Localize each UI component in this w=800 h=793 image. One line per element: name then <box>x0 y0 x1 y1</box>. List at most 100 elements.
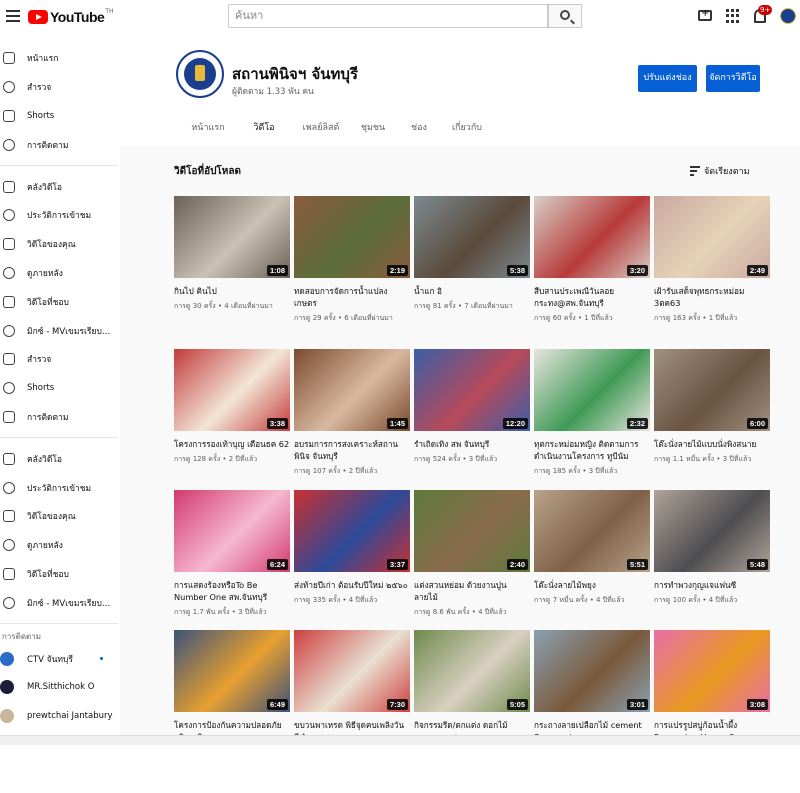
channel-avatar[interactable] <box>176 50 224 98</box>
video-thumbnail[interactable]: 1:45 <box>294 349 410 431</box>
sidebar-item[interactable]: การติดตาม <box>0 130 118 159</box>
video-card[interactable]: 3:01กระถางลายเปลือกไม้ cement flowerpotก… <box>534 630 652 745</box>
video-thumbnail[interactable]: 2:49 <box>654 196 770 278</box>
sort-by-button[interactable]: จัดเรียงตาม <box>690 164 750 178</box>
video-title[interactable]: การแสดงร้องหรือTo Be Number One สพ.จันทบ… <box>174 579 290 603</box>
video-title[interactable]: อบรมการการสงเคราะห์สถานพินิจ จันทบุรี <box>294 438 410 462</box>
video-title[interactable]: กิจกรรมรีด/ตกแต่ง ดอกไม้ <box>414 719 530 731</box>
video-card[interactable]: 6:24 การแสดงร้องหรือTo Be Number One สพ.จ… <box>174 490 292 618</box>
customize-channel-button[interactable]: ปรับแต่งช่อง <box>638 65 697 92</box>
sidebar-item[interactable]: ประวัติการเข้าชม <box>0 473 118 502</box>
sidebar-item[interactable]: คลังวิดีโอ <box>0 172 118 201</box>
subscription-item[interactable]: MR.Sitthichok O <box>0 673 118 702</box>
video-title[interactable]: สืบสานประเพณีวันลอยกระทง@สพ.จันทบุรี <box>534 285 650 309</box>
sidebar-item[interactable]: การติดตาม <box>0 403 118 432</box>
account-avatar[interactable] <box>780 8 796 24</box>
manage-videos-button[interactable]: จัดการวิดีโอ <box>706 65 760 92</box>
mix-icon <box>3 596 15 609</box>
video-thumbnail[interactable]: 6:00 <box>654 349 770 431</box>
youtube-logo[interactable]: YouTube TH <box>28 8 114 25</box>
video-card[interactable]: 3:20 สืบสานประเพณีวันลอยกระทง@สพ.จันทบุรี… <box>534 196 652 324</box>
sidebar-item[interactable]: ดูภายหลัง <box>0 531 118 560</box>
sidebar-item[interactable]: Shorts <box>0 102 118 131</box>
subscriptions-heading: การติดตาม <box>2 632 41 642</box>
tab-item[interactable]: ชุมชน <box>350 120 396 146</box>
video-thumbnail[interactable]: 5:51 <box>534 490 650 572</box>
sidebar-item[interactable]: ประวัติการเข้าชม <box>0 201 118 230</box>
video-card[interactable]: 2:40 แต่งสวนหย่อม ด้วยงานปูน ลายไม้ การดู … <box>414 490 532 618</box>
sidebar-item[interactable]: มิกซ์ - MVเขมรเรียบน้ำ... <box>0 588 118 617</box>
sidebar-item[interactable]: สำรวจ <box>0 345 118 374</box>
video-card[interactable]: 1:45 อบรมการการสงเคราะห์สถานพินิจ จันทบุร… <box>294 349 412 477</box>
video-thumbnail[interactable]: 3:37 <box>294 490 410 572</box>
video-title[interactable]: ส่งท้ายปีเก่า ต้อนรับปีใหม่ ๒๕๖๐ <box>294 579 410 591</box>
video-thumbnail[interactable]: 5:38 <box>414 196 530 278</box>
sidebar-item[interactable]: คลังวิดีโอ <box>0 444 118 473</box>
video-thumbnail[interactable]: 3:38 <box>174 349 290 431</box>
menu-icon[interactable] <box>6 10 20 22</box>
video-thumbnail[interactable]: 5:05 <box>414 630 530 712</box>
tab-item[interactable]: เกี่ยวกับ <box>442 120 492 146</box>
video-title[interactable]: โต๊ะนั่งลายไม้แบบนั่งพิงสนาย <box>654 438 770 450</box>
video-title[interactable]: รำเถิดเทิง สพ จันทบุรี <box>414 438 530 450</box>
video-title[interactable]: โต๊ะนั่งลายไม้พยุง <box>534 579 650 591</box>
video-title[interactable]: ทดสอบการจัดการน้ำแปลงเกษตร <box>294 285 410 309</box>
video-title[interactable]: เฝ้ารับเสด็จพุทธกระหม่อม 3ตค63 <box>654 285 770 309</box>
sidebar-item[interactable]: Shorts <box>0 374 118 403</box>
apps-grid-icon[interactable] <box>726 9 740 23</box>
video-card[interactable]: 5:38 น้ำแก อิ การดู 81 ครั้ง • 7 เดือนที่ผ… <box>414 196 532 312</box>
video-card[interactable]: 7:30ขบวนพาเหรด พิธีจุดคบเพลิงวันกีฬา ๒๕๕… <box>294 630 412 745</box>
video-title[interactable]: การทำพวงกุญแจแฟนซี <box>654 579 770 591</box>
video-card[interactable]: 3:37 ส่งท้ายปีเก่า ต้อนรับปีใหม่ ๒๕๖๐ การด… <box>294 490 412 606</box>
create-video-icon[interactable] <box>698 8 712 21</box>
video-card[interactable]: 6:00 โต๊ะนั่งลายไม้แบบนั่งพิงสนาย การดู 1.… <box>654 349 772 465</box>
video-duration: 6:49 <box>266 699 288 710</box>
video-title[interactable]: ทุตกระหม่อมหญิง ติดตามการดำเนินงานโครงกา… <box>534 438 650 462</box>
video-thumbnail[interactable]: 2:40 <box>414 490 530 572</box>
video-card[interactable]: 2:32 ทุตกระหม่อมหญิง ติดตามการดำเนินงานโค… <box>534 349 652 477</box>
video-thumbnail[interactable]: 7:30 <box>294 630 410 712</box>
sidebar-item[interactable]: วิดีโอที่ชอบ <box>0 560 118 589</box>
video-card[interactable]: 2:49 เฝ้ารับเสด็จพุทธกระหม่อม 3ตค63 การดู … <box>654 196 772 324</box>
sidebar-item-label: คลังวิดีโอ <box>27 182 63 193</box>
video-thumbnail[interactable]: 2:32 <box>534 349 650 431</box>
video-card[interactable]: 6:49โครงการป้องกันความปลอดภัยผลิตเพลิงกา… <box>174 630 292 745</box>
video-thumbnail[interactable]: 3:20 <box>534 196 650 278</box>
search-button[interactable] <box>548 4 582 28</box>
tab-item[interactable]: วิดีโอ <box>236 120 292 152</box>
video-card[interactable]: 5:05กิจกรรมรีด/ตกแต่ง ดอกไม้การดู 293 คร… <box>414 630 532 745</box>
horizontal-scrollbar[interactable] <box>0 735 800 745</box>
video-thumbnail[interactable]: 2:19 <box>294 196 410 278</box>
sidebar-item[interactable]: วิดีโอของคุณ <box>0 230 118 259</box>
sidebar-item[interactable]: วิดีโอของคุณ <box>0 502 118 531</box>
sidebar-item[interactable]: มิกซ์ - MVเขมรเรียบน้ำ... <box>0 316 118 345</box>
subscription-item[interactable]: CTV จันทบุรี <box>0 644 118 673</box>
video-title[interactable]: โครงการรองเท้าบุญ เดือนธค 62 <box>174 438 290 450</box>
search-input[interactable]: ค้นหา <box>228 4 548 28</box>
video-thumbnail[interactable]: 12:20 <box>414 349 530 431</box>
video-title[interactable]: แต่งสวนหย่อม ด้วยงานปูน ลายไม้ <box>414 579 530 603</box>
tab-item[interactable]: เพลย์ลิสต์ <box>292 120 350 146</box>
video-card[interactable]: 2:19 ทดสอบการจัดการน้ำแปลงเกษตร การดู 29 ค… <box>294 196 412 324</box>
video-title[interactable]: กินไป คินไป <box>174 285 290 297</box>
subscription-item[interactable]: prewtchai Jantabury <box>0 702 118 731</box>
video-thumbnail[interactable]: 1:08 <box>174 196 290 278</box>
sidebar-item[interactable]: หน้าแรก <box>0 44 118 73</box>
video-card[interactable]: 1:08 กินไป คินไป การดู 30 ครั้ง • 4 เดือนท… <box>174 196 292 312</box>
video-thumbnail[interactable]: 6:24 <box>174 490 290 572</box>
tab-item[interactable]: หน้าแรก <box>180 120 236 146</box>
sidebar-item[interactable]: วิดีโอที่ชอบ <box>0 287 118 316</box>
sidebar-item[interactable]: ดูภายหลัง <box>0 259 118 288</box>
sidebar-item[interactable]: สำรวจ <box>0 73 118 102</box>
video-thumbnail[interactable]: 5:48 <box>654 490 770 572</box>
video-card[interactable]: 12:20 รำเถิดเทิง สพ จันทบุรี การดู 524 ครั… <box>414 349 532 465</box>
video-thumbnail[interactable]: 6:49 <box>174 630 290 712</box>
video-card[interactable]: 3:08การแปรรูปสบู่ก้อนน้ำผึ้ง Processing … <box>654 630 772 745</box>
video-thumbnail[interactable]: 3:08 <box>654 630 770 712</box>
tab-item[interactable]: ช่อง <box>396 120 442 146</box>
video-thumbnail[interactable]: 3:01 <box>534 630 650 712</box>
video-card[interactable]: 3:38 โครงการรองเท้าบุญ เดือนธค 62 การดู 12… <box>174 349 292 465</box>
video-card[interactable]: 5:48 การทำพวงกุญแจแฟนซี การดู 100 ครั้ง • … <box>654 490 772 606</box>
video-card[interactable]: 5:51 โต๊ะนั่งลายไม้พยุง การดู 7 หมื่น ครั้… <box>534 490 652 606</box>
video-title[interactable]: น้ำแก อิ <box>414 285 530 297</box>
